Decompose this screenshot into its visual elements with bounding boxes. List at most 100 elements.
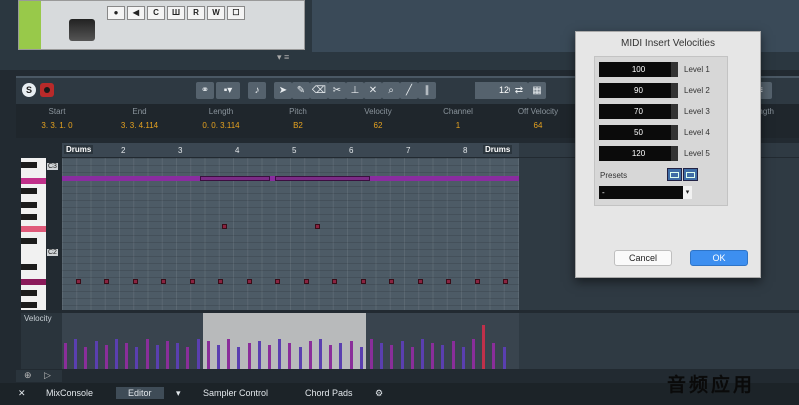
black-key[interactable] bbox=[21, 290, 37, 296]
velocity-bar[interactable] bbox=[400, 341, 404, 369]
velocity-bar[interactable] bbox=[349, 341, 353, 369]
velocity-bar[interactable] bbox=[84, 347, 88, 369]
velocity-bar[interactable] bbox=[472, 339, 475, 369]
record-button[interactable] bbox=[40, 83, 54, 97]
velocity-bar[interactable] bbox=[94, 341, 98, 369]
level-2-stepper[interactable] bbox=[671, 83, 678, 98]
velocity-bar[interactable] bbox=[196, 339, 200, 369]
velocity-bar[interactable] bbox=[298, 347, 302, 369]
line-tool-icon[interactable]: ╱ bbox=[400, 82, 418, 99]
grid-icon[interactable]: ▦ bbox=[528, 82, 546, 99]
tab-mixconsole[interactable]: MixConsole bbox=[46, 388, 93, 398]
velocity-bar[interactable] bbox=[206, 341, 210, 369]
tab-chord-pads[interactable]: Chord Pads bbox=[305, 388, 353, 398]
velocity-bar[interactable] bbox=[380, 343, 384, 369]
track-button-mute[interactable]: ● bbox=[107, 6, 125, 20]
track-button-edit[interactable]: ☐ bbox=[227, 6, 245, 20]
midi-note[interactable] bbox=[200, 176, 270, 181]
trim-icon[interactable]: ∥ bbox=[418, 82, 436, 99]
midi-note[interactable] bbox=[275, 279, 280, 284]
midi-note[interactable] bbox=[418, 279, 423, 284]
black-key[interactable] bbox=[21, 238, 37, 244]
piano-keyboard[interactable]: C3 C2 bbox=[21, 158, 58, 310]
track-button-c[interactable]: C bbox=[147, 6, 165, 20]
link-icon[interactable]: ⚭ bbox=[196, 82, 214, 99]
velocity-bar[interactable] bbox=[155, 345, 159, 369]
velocity-bar[interactable] bbox=[451, 341, 455, 369]
level-1-field[interactable]: 100 bbox=[599, 62, 678, 77]
velocity-bar[interactable] bbox=[492, 343, 496, 369]
velocity-bar[interactable] bbox=[104, 345, 108, 369]
velocity-bar[interactable] bbox=[74, 339, 78, 369]
info-pitch[interactable]: Pitch B2 bbox=[263, 107, 333, 130]
velocity-bar[interactable] bbox=[217, 345, 220, 369]
velocity-bar[interactable] bbox=[166, 341, 169, 369]
velocity-bar[interactable] bbox=[288, 343, 292, 369]
velocity-bar[interactable] bbox=[370, 339, 373, 369]
track-button-lanes[interactable]: Ш bbox=[167, 6, 185, 20]
velocity-bar[interactable] bbox=[308, 341, 312, 369]
level-1-stepper[interactable] bbox=[671, 62, 678, 77]
chevron-down-icon[interactable]: ▾ bbox=[683, 186, 692, 199]
midi-note[interactable] bbox=[304, 279, 309, 284]
glue-icon[interactable]: ⊥ bbox=[346, 82, 364, 99]
track-button-monitor[interactable]: ◀ bbox=[127, 6, 145, 20]
highlighted-key[interactable] bbox=[21, 178, 46, 184]
level-4-field[interactable]: 50 bbox=[599, 125, 678, 140]
velocity-bar[interactable] bbox=[410, 347, 414, 369]
black-key[interactable] bbox=[21, 302, 37, 308]
velocity-bar[interactable] bbox=[319, 339, 322, 369]
velocity-bar[interactable] bbox=[431, 343, 435, 369]
velocity-bar[interactable] bbox=[186, 347, 190, 369]
velocity-bar[interactable] bbox=[359, 347, 363, 369]
mute-tool-icon[interactable]: ✕ bbox=[364, 82, 382, 99]
velocity-bar[interactable] bbox=[390, 345, 394, 369]
track-button-write[interactable]: W bbox=[207, 6, 225, 20]
info-start[interactable]: Start 3. 3. 1. 0 bbox=[22, 107, 92, 130]
level-5-field[interactable]: 120 bbox=[599, 146, 678, 161]
midi-note[interactable] bbox=[190, 279, 195, 284]
level-4-stepper[interactable] bbox=[671, 125, 678, 140]
info-length[interactable]: Length 0. 0. 3.114 bbox=[186, 107, 256, 130]
velocity-bar[interactable] bbox=[145, 339, 149, 369]
midi-note[interactable] bbox=[475, 279, 480, 284]
tab-sampler-control[interactable]: Sampler Control bbox=[203, 388, 268, 398]
midi-note[interactable] bbox=[222, 224, 227, 229]
solo-button[interactable]: S bbox=[22, 83, 36, 97]
close-zone-icon[interactable]: ✕ bbox=[18, 388, 26, 399]
auto-select-icon[interactable]: ▪▾ bbox=[216, 82, 240, 99]
level-3-field[interactable]: 70 bbox=[599, 104, 678, 119]
velocity-bar[interactable] bbox=[268, 345, 271, 369]
velocity-bar[interactable] bbox=[125, 343, 129, 369]
velocity-bar[interactable] bbox=[329, 345, 333, 369]
black-key[interactable] bbox=[21, 188, 37, 194]
velocity-bar[interactable] bbox=[135, 347, 139, 369]
expand-icon[interactable]: ⊕ bbox=[24, 370, 32, 381]
highlighted-key[interactable] bbox=[21, 279, 46, 285]
info-velocity[interactable]: Velocity 62 bbox=[343, 107, 413, 130]
velocity-bar[interactable] bbox=[176, 343, 180, 369]
velocity-bar[interactable] bbox=[64, 343, 67, 369]
ok-button[interactable]: OK bbox=[690, 250, 748, 266]
level-5-stepper[interactable] bbox=[671, 146, 678, 161]
cancel-button[interactable]: Cancel bbox=[614, 250, 672, 266]
info-end[interactable]: End 3. 3. 4.114 bbox=[102, 107, 177, 130]
gear-icon[interactable]: ⚙ bbox=[375, 388, 383, 399]
velocity-bar[interactable] bbox=[227, 339, 231, 369]
velocity-bar[interactable] bbox=[441, 345, 445, 369]
velocity-bar[interactable] bbox=[461, 347, 465, 369]
black-key[interactable] bbox=[21, 162, 37, 168]
snap-icon[interactable]: ⇄ bbox=[510, 82, 528, 99]
draw-pencil-icon[interactable]: ✎ bbox=[292, 82, 310, 99]
black-key[interactable] bbox=[21, 202, 37, 208]
zoom-icon[interactable]: ⌕ bbox=[382, 82, 400, 99]
velocity-bar[interactable] bbox=[247, 343, 251, 369]
step-input-icon[interactable]: ♪ bbox=[248, 82, 266, 99]
midi-note[interactable] bbox=[315, 224, 320, 229]
delete-preset-icon[interactable] bbox=[683, 168, 698, 181]
level-2-field[interactable]: 90 bbox=[599, 83, 678, 98]
midi-note[interactable] bbox=[247, 279, 252, 284]
velocity-bar[interactable] bbox=[257, 341, 261, 369]
save-preset-icon[interactable] bbox=[667, 168, 682, 181]
collapse-arrows-icon[interactable]: ▾ ≡ bbox=[277, 52, 289, 63]
